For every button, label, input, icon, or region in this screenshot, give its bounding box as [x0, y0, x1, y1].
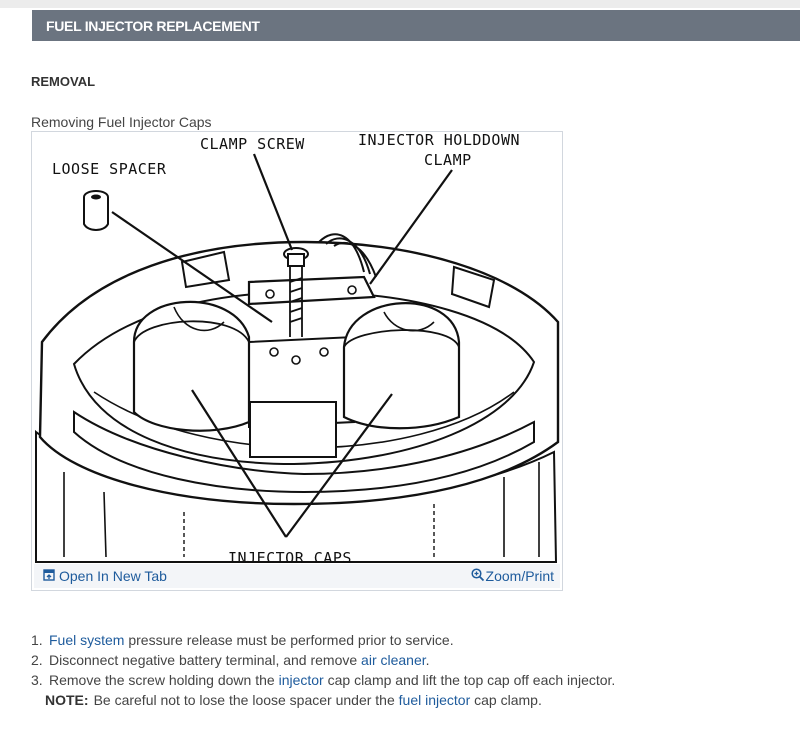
open-in-new-tab-label: Open In New Tab — [59, 568, 167, 584]
procedure-steps: 1. Fuel system pressure release must be … — [31, 630, 615, 710]
injector-caps-label: INJECTOR CAPS — [228, 549, 352, 564]
list-item: 3. Remove the screw holding down the inj… — [31, 672, 616, 688]
top-divider — [0, 0, 800, 8]
fuel-injector-illustration[interactable]: CLAMP SCREW INJECTOR HOLDDOWN CLAMP LOOS… — [34, 132, 560, 564]
left-injector-cap — [132, 300, 251, 432]
right-injector-cap — [342, 302, 461, 430]
list-item: 2. Disconnect negative battery terminal,… — [31, 652, 430, 668]
figure-caption: Removing Fuel Injector Caps — [31, 114, 212, 130]
zoom-print-link[interactable]: Zoom/Print — [470, 567, 560, 585]
figure-panel: CLAMP SCREW INJECTOR HOLDDOWN CLAMP LOOS… — [31, 131, 563, 591]
loose-spacer — [83, 190, 109, 231]
injector-link[interactable]: injector — [279, 672, 324, 688]
fuel-system-link[interactable]: Fuel system — [49, 632, 124, 648]
clamp-screw-leader — [252, 153, 294, 251]
figure-footer: Open In New Tab Zoom/Print — [34, 564, 560, 588]
clamp-screw-label: CLAMP SCREW — [200, 135, 305, 153]
holddown-clamp-label-line1: INJECTOR HOLDDOWN — [358, 132, 520, 149]
list-item: 1. Fuel system pressure release must be … — [31, 632, 454, 648]
note: NOTE: Be careful not to lose the loose sp… — [45, 692, 542, 708]
holddown-clamp-label-line2: CLAMP — [424, 151, 472, 169]
zoom-in-icon — [470, 567, 485, 585]
air-cleaner-link[interactable]: air cleaner — [361, 652, 426, 668]
page-title: FUEL INJECTOR REPLACEMENT — [46, 17, 260, 34]
loose-spacer-label: LOOSE SPACER — [52, 160, 167, 178]
removal-heading: REMOVAL — [31, 74, 96, 89]
zoom-print-label: Zoom/Print — [485, 568, 554, 584]
note-label: NOTE: — [45, 692, 89, 708]
open-in-new-tab-link[interactable]: Open In New Tab — [34, 568, 167, 584]
fuel-injector-link[interactable]: fuel injector — [399, 692, 471, 708]
open-in-new-tab-icon — [43, 568, 55, 584]
section-header: FUEL INJECTOR REPLACEMENT — [32, 10, 800, 41]
